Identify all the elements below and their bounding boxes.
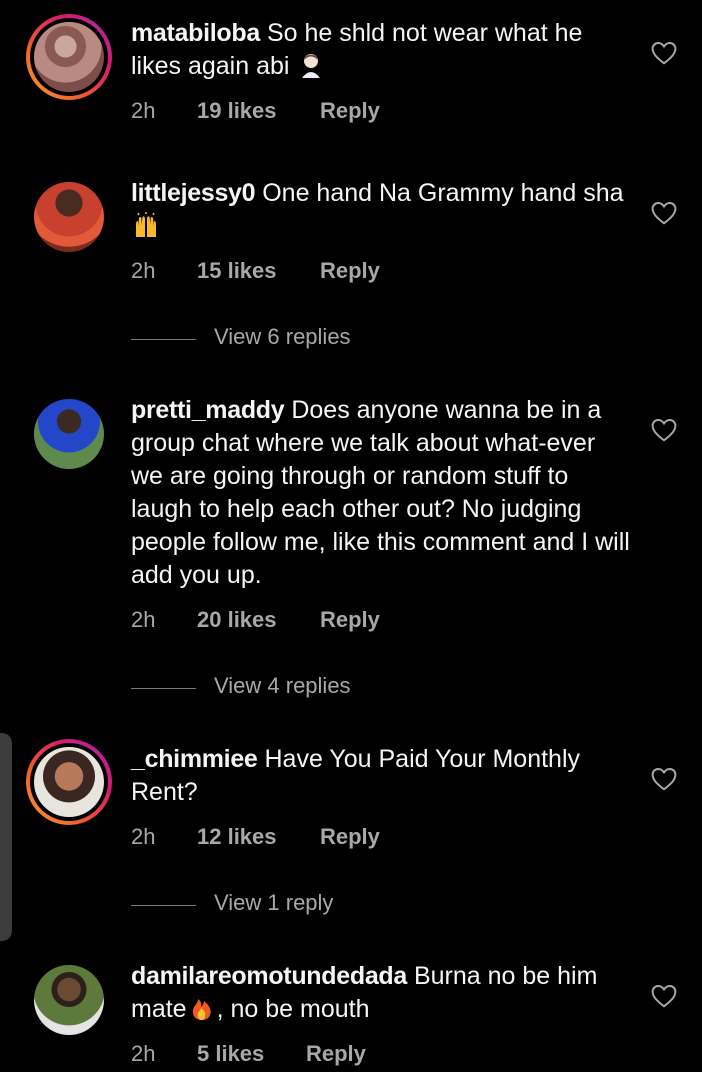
comment-username[interactable]: matabiloba <box>131 19 260 47</box>
reply-button[interactable]: Reply <box>320 607 380 633</box>
comment-likes[interactable]: 12 likes <box>197 824 277 850</box>
comment-username[interactable]: _chimmiee <box>131 745 258 773</box>
comment-text-end: , no be mouth <box>216 995 370 1023</box>
heart-outline-icon[interactable] <box>651 984 677 1008</box>
raising-hands-emoji-icon <box>136 212 156 237</box>
comment-username[interactable]: pretti_maddy <box>131 396 285 424</box>
divider <box>131 905 196 906</box>
comment-likes[interactable]: 15 likes <box>197 258 277 284</box>
reply-button[interactable]: Reply <box>320 824 380 850</box>
reply-button[interactable]: Reply <box>320 258 380 284</box>
reply-button[interactable]: Reply <box>320 98 380 124</box>
comment-body: damilareomotundedada Burna no be him mat… <box>131 960 631 1026</box>
comment-time: 2h <box>131 824 156 849</box>
comment-username[interactable]: littlejessy0 <box>131 179 256 207</box>
comment-body: pretti_maddy Does anyone wanna be in a g… <box>131 394 631 592</box>
comment-body: littlejessy0 One hand Na Grammy hand sha <box>131 177 631 243</box>
view-replies-label[interactable]: View 1 reply <box>214 890 333 916</box>
comment-likes[interactable]: 20 likes <box>197 607 277 633</box>
divider <box>131 688 196 689</box>
comment-time: 2h <box>131 1041 156 1066</box>
avatar[interactable] <box>26 14 112 100</box>
scroll-handle[interactable] <box>0 733 12 941</box>
comment-text: One hand Na Grammy hand sha <box>262 179 624 207</box>
comment-likes[interactable]: 19 likes <box>197 98 277 124</box>
view-replies-label[interactable]: View 6 replies <box>214 324 351 350</box>
divider <box>131 339 196 340</box>
comment-time: 2h <box>131 258 156 283</box>
comment-text: Does anyone wanna be in a group chat whe… <box>131 396 630 589</box>
avatar[interactable] <box>26 739 112 825</box>
comment-body: matabiloba So he shld not wear what he l… <box>131 17 631 83</box>
heart-outline-icon[interactable] <box>651 418 677 442</box>
comment-time: 2h <box>131 607 156 632</box>
heart-outline-icon[interactable] <box>651 767 677 791</box>
heart-outline-icon[interactable] <box>651 201 677 225</box>
view-replies-label[interactable]: View 4 replies <box>214 673 351 699</box>
avatar[interactable] <box>26 391 112 477</box>
comment-body: _chimmiee Have You Paid Your Monthly Ren… <box>131 743 631 809</box>
comment-time: 2h <box>131 98 156 123</box>
facepalm-emoji-icon <box>302 54 321 78</box>
comment-likes[interactable]: 5 likes <box>197 1041 264 1067</box>
avatar[interactable] <box>26 174 112 260</box>
fire-emoji-icon <box>192 999 211 1020</box>
avatar[interactable] <box>26 957 112 1043</box>
comment-username[interactable]: damilareomotundedada <box>131 962 407 990</box>
heart-outline-icon[interactable] <box>651 41 677 65</box>
reply-button[interactable]: Reply <box>306 1041 366 1067</box>
